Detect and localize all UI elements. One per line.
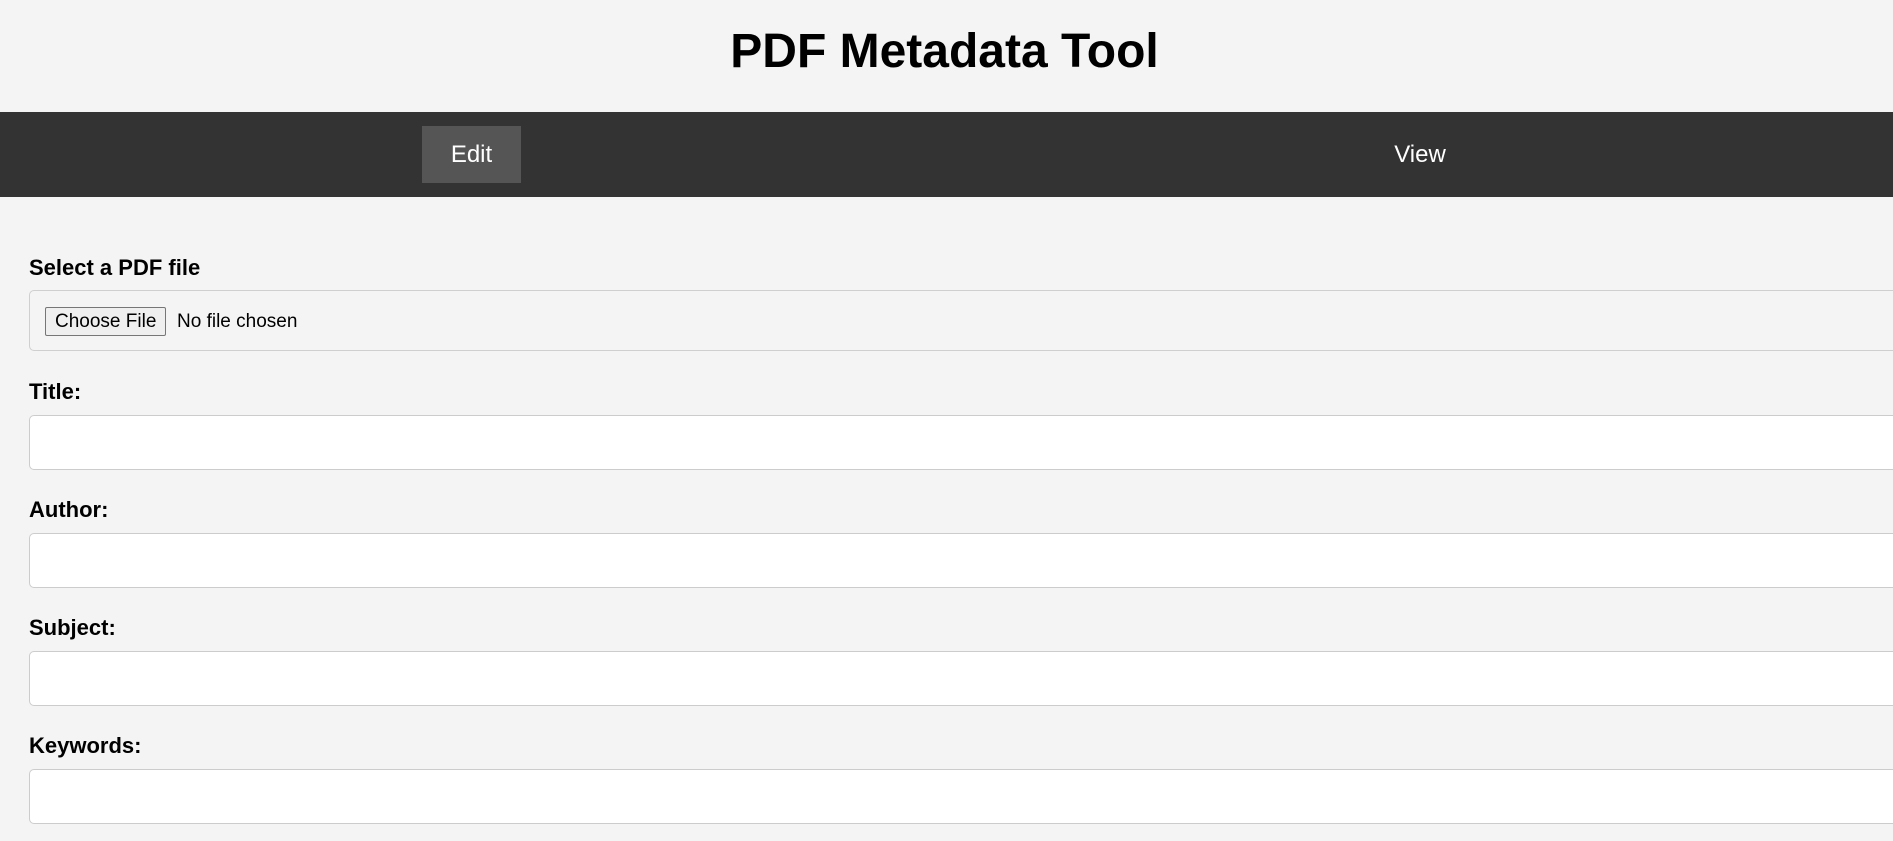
title-input[interactable] [29, 415, 1893, 470]
title-label: Title: [29, 379, 82, 404]
subject-label: Subject: [29, 615, 116, 640]
file-status-text: No file chosen [177, 311, 298, 332]
page-title: PDF Metadata Tool [730, 24, 1159, 78]
choose-file-button[interactable]: Choose File [45, 307, 167, 336]
keywords-input[interactable] [29, 769, 1893, 824]
nav-tab-edit[interactable]: Edit [422, 126, 521, 183]
author-label: Author: [29, 497, 109, 522]
file-input-container: Choose File No file chosen [29, 290, 1893, 351]
author-input[interactable] [29, 533, 1893, 588]
keywords-label: Keywords: [29, 733, 142, 758]
page-header: PDF Metadata Tool [0, 0, 1893, 112]
subject-input[interactable] [29, 651, 1893, 706]
navbar: Edit View [0, 112, 1893, 197]
nav-tab-view[interactable]: View [1370, 126, 1470, 183]
file-select-label: Select a PDF file [29, 255, 201, 280]
